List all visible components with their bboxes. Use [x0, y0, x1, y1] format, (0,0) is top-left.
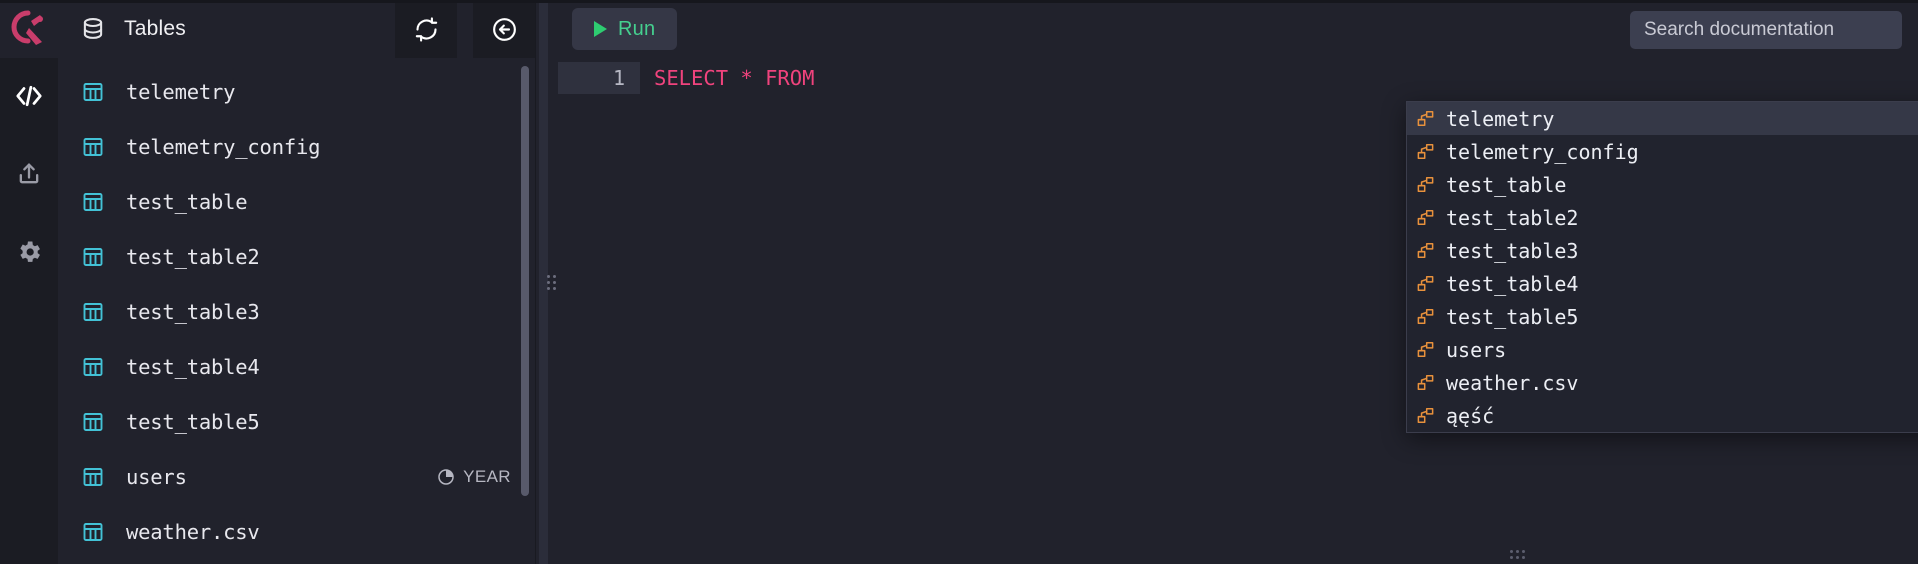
autocomplete-label: telemetry [1446, 107, 1554, 131]
struct-icon [1415, 406, 1435, 426]
run-button-label: Run [618, 18, 655, 41]
sql-editor-area: Run 1 SELECT * FROM [558, 0, 1918, 564]
left-nav-rail [0, 0, 58, 564]
table-row[interactable]: weather.csv [58, 504, 535, 559]
panel-splitter[interactable] [536, 0, 558, 564]
table-row[interactable]: telemetry [58, 64, 535, 119]
editor-bottom-splitter[interactable] [1116, 544, 1918, 564]
autocomplete-label: test_table3 [1446, 239, 1578, 263]
line-number: 1 [558, 62, 640, 94]
questdb-logo[interactable] [0, 0, 58, 58]
table-name: weather.csv [126, 520, 511, 544]
autocomplete-item[interactable]: telemetry_config [1407, 135, 1918, 168]
autocomplete-item[interactable]: weather.csv [1407, 366, 1918, 399]
struct-icon [1415, 340, 1435, 360]
autocomplete-label: users [1446, 338, 1506, 362]
sql-keyword-select: SELECT [654, 66, 728, 90]
questdb-logo-icon [9, 9, 49, 49]
partition-icon [436, 467, 456, 487]
window-top-edge [0, 0, 1918, 3]
tables-scrollbar[interactable] [521, 66, 529, 506]
collapse-panel-button[interactable] [473, 0, 535, 58]
autocomplete-label: test_table [1446, 173, 1566, 197]
table-icon [80, 79, 106, 105]
table-name: telemetry [126, 80, 511, 104]
app-window: Tables [0, 0, 1918, 564]
table-row[interactable]: test_table3 [58, 284, 535, 339]
sql-keyword-from: FROM [765, 66, 814, 90]
tables-panel: Tables [58, 0, 536, 564]
autocomplete-popup[interactable]: telemetry telemetry_config [1406, 101, 1918, 433]
table-name: test_table5 [126, 410, 511, 434]
table-row[interactable]: users YEAR [58, 449, 535, 504]
table-name: users [126, 465, 436, 489]
sql-star: * [740, 66, 752, 90]
table-row[interactable]: test_table4 [58, 339, 535, 394]
code-line-1: SELECT * FROM [640, 62, 1918, 94]
struct-icon [1415, 274, 1435, 294]
sidebar-item-console[interactable] [0, 68, 58, 124]
collapse-left-icon [491, 16, 518, 43]
autocomplete-item[interactable]: test_table [1407, 168, 1918, 201]
table-icon [80, 299, 106, 325]
bottom-splitter-grip[interactable] [1510, 550, 1525, 559]
table-name: telemetry_config [126, 135, 511, 159]
upload-icon [15, 160, 43, 188]
sidebar-item-settings[interactable] [0, 224, 58, 280]
autocomplete-item[interactable]: test_table3 [1407, 234, 1918, 267]
search-documentation-input[interactable] [1630, 11, 1902, 49]
table-name: test_table2 [126, 245, 511, 269]
sidebar-item-import[interactable] [0, 146, 58, 202]
struct-icon [1415, 109, 1435, 129]
status-badge: YEAR [436, 467, 511, 487]
run-button[interactable]: Run [572, 8, 677, 50]
tables-list[interactable]: telemetry telemetry_config [58, 58, 535, 564]
autocomplete-item[interactable]: users [1407, 333, 1918, 366]
database-icon [80, 16, 106, 42]
struct-icon [1415, 175, 1435, 195]
table-name: test_table4 [126, 355, 511, 379]
partition-label: YEAR [463, 467, 511, 487]
autocomplete-item[interactable]: test_table5 [1407, 300, 1918, 333]
table-name: test_table3 [126, 300, 511, 324]
splitter-grip[interactable] [547, 275, 555, 290]
table-icon [80, 519, 106, 545]
autocomplete-label: weather.csv [1446, 371, 1578, 395]
table-icon [80, 464, 106, 490]
autocomplete-item[interactable]: telemetry [1407, 102, 1918, 135]
table-icon [80, 189, 106, 215]
tables-scrollbar-thumb[interactable] [521, 66, 529, 496]
autocomplete-label: test_table5 [1446, 305, 1578, 329]
table-icon [80, 354, 106, 380]
table-row[interactable]: test_table [58, 174, 535, 229]
struct-icon [1415, 241, 1435, 261]
table-row[interactable]: test_table5 [58, 394, 535, 449]
tables-panel-title: Tables [124, 17, 395, 41]
struct-icon [1415, 142, 1435, 162]
tables-panel-header: Tables [58, 0, 535, 58]
refresh-icon [413, 16, 440, 43]
table-name: test_table [126, 190, 511, 214]
autocomplete-item[interactable]: ąęść [1407, 399, 1918, 432]
table-row[interactable]: telemetry_config [58, 119, 535, 174]
table-icon [80, 134, 106, 160]
refresh-tables-button[interactable] [395, 0, 457, 58]
struct-icon [1415, 307, 1435, 327]
line-number-gutter: 1 [558, 58, 640, 564]
table-row[interactable]: test_table2 [58, 229, 535, 284]
autocomplete-item[interactable]: test_table4 [1407, 267, 1918, 300]
struct-icon [1415, 208, 1435, 228]
autocomplete-label: telemetry_config [1446, 140, 1639, 164]
table-icon [80, 244, 106, 270]
autocomplete-label: test_table4 [1446, 272, 1578, 296]
code-icon [14, 81, 44, 111]
gear-icon [15, 238, 43, 266]
autocomplete-item[interactable]: test_table2 [1407, 201, 1918, 234]
editor-toolbar: Run [558, 0, 1918, 58]
autocomplete-label: test_table2 [1446, 206, 1578, 230]
table-icon [80, 409, 106, 435]
struct-icon [1415, 373, 1435, 393]
play-icon [594, 21, 607, 37]
autocomplete-label: ąęść [1446, 404, 1494, 428]
